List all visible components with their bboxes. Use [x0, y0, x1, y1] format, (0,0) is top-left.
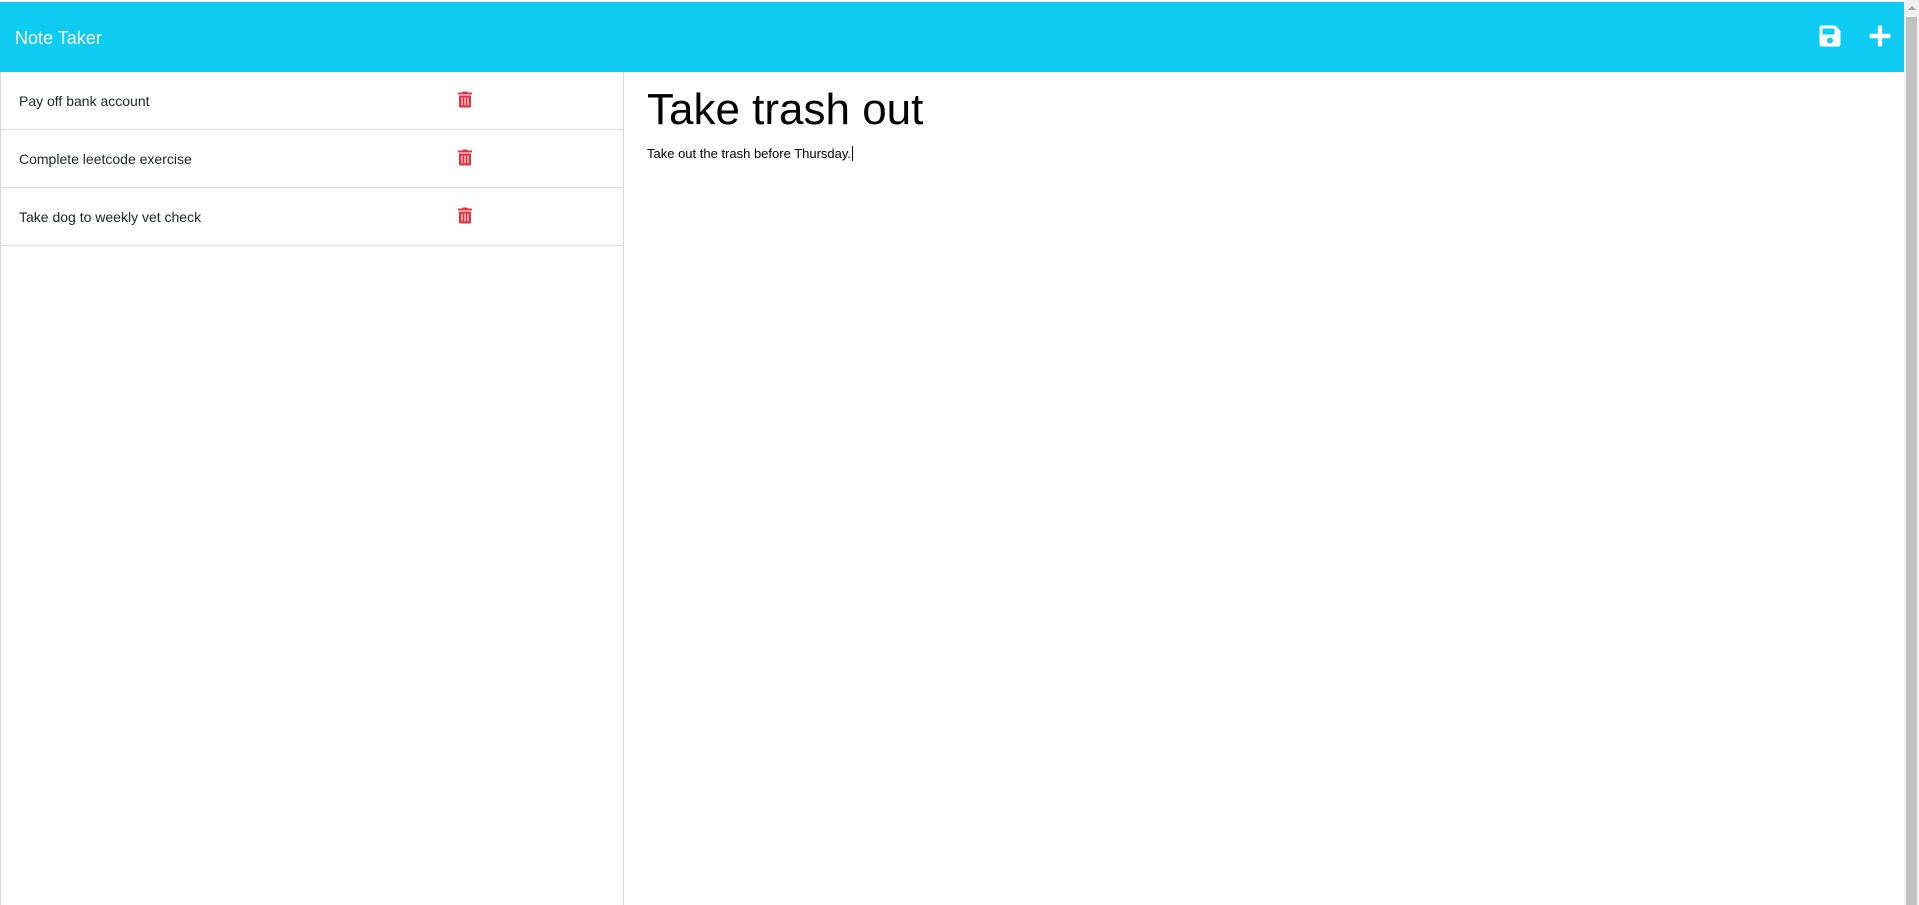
scrollbar-thumb[interactable]	[1906, 17, 1917, 905]
note-list-item[interactable]: Pay off bank account	[1, 72, 623, 130]
note-taker-page: Note Taker Pay off bank account Complete…	[0, 0, 1919, 905]
trash-icon[interactable]	[458, 91, 474, 109]
text-caret	[852, 146, 854, 161]
note-editor: Take trash out Take out the trash before…	[624, 72, 1904, 905]
save-icon[interactable]	[1819, 24, 1843, 48]
scroll-up-arrow[interactable]	[1904, 0, 1919, 17]
navbar: Note Taker	[0, 2, 1904, 72]
note-list: Pay off bank account Complete leetcode e…	[0, 72, 624, 905]
note-title-input[interactable]: Take trash out	[647, 84, 1867, 136]
note-list-item[interactable]: Take dog to weekly vet check	[1, 188, 623, 246]
trash-icon[interactable]	[458, 207, 474, 225]
note-list-item[interactable]: Complete leetcode exercise	[1, 130, 623, 188]
note-list-item-title: Complete leetcode exercise	[19, 151, 192, 167]
note-text-area[interactable]: Take out the trash before Thursday.	[647, 146, 1867, 162]
note-list-item-title: Take dog to weekly vet check	[19, 209, 202, 225]
note-text: Take out the trash before Thursday.	[647, 146, 852, 161]
app-title[interactable]: Note Taker	[15, 27, 102, 49]
note-list-item-title: Pay off bank account	[19, 93, 150, 109]
trash-icon[interactable]	[458, 149, 474, 167]
vertical-scrollbar[interactable]	[1904, 0, 1919, 905]
plus-icon[interactable]	[1869, 24, 1893, 48]
